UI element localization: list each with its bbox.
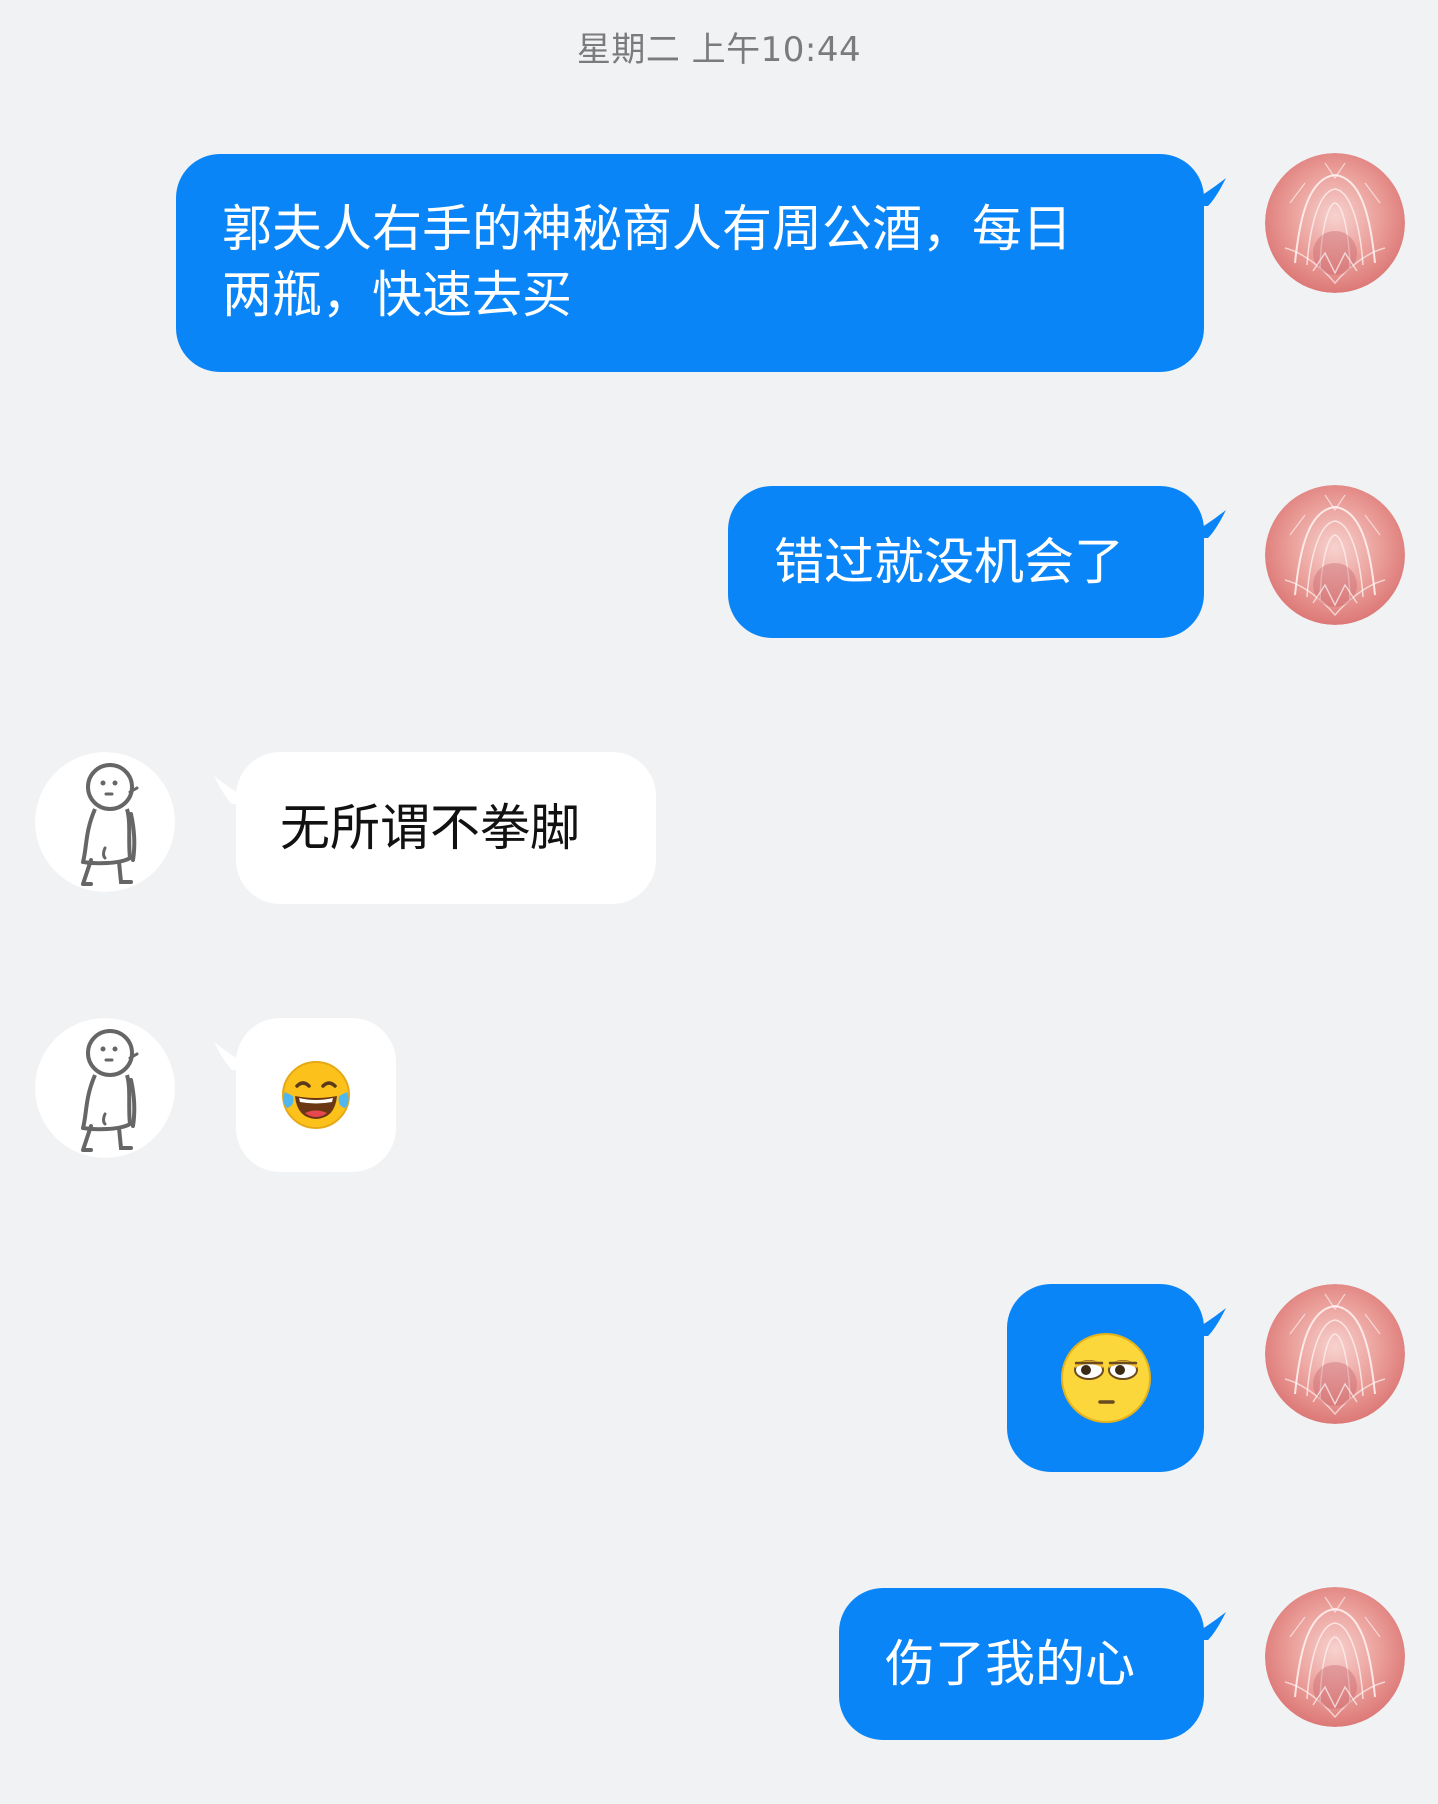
message-bubble-outgoing[interactable] <box>1007 1284 1204 1472</box>
user-avatar[interactable] <box>1265 1284 1405 1424</box>
message-text: 错过就没机会了 <box>774 533 1124 591</box>
message-text: 无所谓不拳脚 <box>280 799 580 857</box>
tears-of-joy-emoji <box>282 1061 350 1129</box>
message-text: 郭夫人右手的神秘商人有周公酒，每日两瓶，快速去买 <box>222 200 1072 324</box>
message-bubble-outgoing[interactable]: 伤了我的心 <box>839 1588 1204 1740</box>
bubble-tail-outgoing <box>1182 1302 1226 1336</box>
contact-avatar[interactable] <box>35 1018 175 1158</box>
contact-avatar[interactable] <box>35 752 175 892</box>
bubble-tail-outgoing <box>1182 1606 1226 1640</box>
eye-roll-emoji <box>1060 1333 1151 1423</box>
user-avatar[interactable] <box>1265 485 1405 625</box>
message-bubble-outgoing[interactable]: 错过就没机会了 <box>728 486 1204 638</box>
user-avatar[interactable] <box>1265 1587 1405 1727</box>
user-avatar[interactable] <box>1265 153 1405 293</box>
message-bubble-incoming[interactable]: 无所谓不拳脚 <box>236 752 656 904</box>
timestamp: 星期二 上午10:44 <box>576 30 862 70</box>
bubble-tail-outgoing <box>1182 172 1226 206</box>
message-text: 伤了我的心 <box>885 1635 1135 1693</box>
message-bubble-outgoing[interactable]: 郭夫人右手的神秘商人有周公酒，每日两瓶，快速去买 <box>176 154 1204 372</box>
message-bubble-incoming[interactable] <box>236 1018 396 1172</box>
bubble-tail-outgoing <box>1182 504 1226 538</box>
